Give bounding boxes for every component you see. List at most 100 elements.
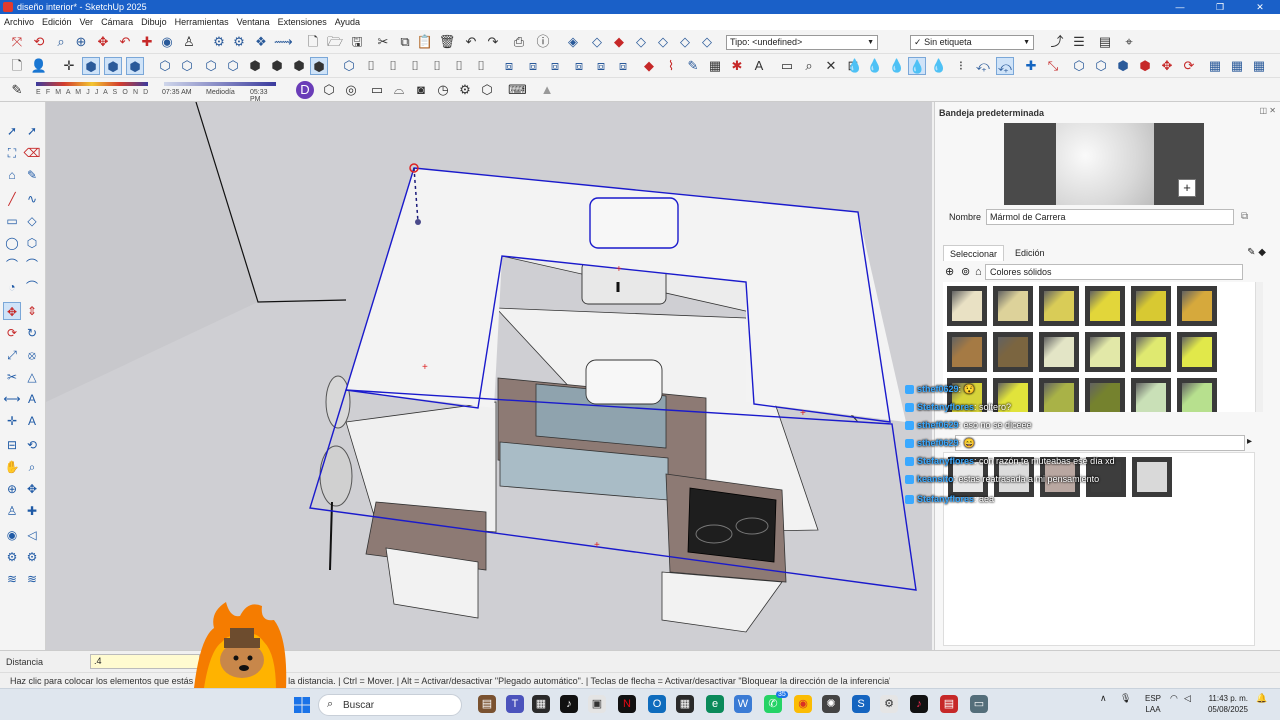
- select-tool-icon[interactable]: ⤧: [8, 33, 26, 51]
- home-icon[interactable]: ⌂: [975, 264, 982, 280]
- undo-icon[interactable]: ↶: [462, 33, 480, 51]
- solid-intersect-icon[interactable]: ⧈: [524, 57, 542, 75]
- material-swatch[interactable]: [1085, 286, 1125, 326]
- back-edges-icon[interactable]: ⬢: [104, 57, 122, 75]
- arc-icon[interactable]: ⌒: [3, 256, 21, 274]
- tab-seleccionar[interactable]: Seleccionar: [943, 245, 1005, 261]
- polygon-icon[interactable]: ⬡: [23, 234, 41, 252]
- windows-start-icon[interactable]: [294, 697, 310, 713]
- settings-icon[interactable]: ⚙: [456, 81, 474, 99]
- user-icon[interactable]: 👤: [30, 57, 48, 75]
- tags-panel-icon[interactable]: ☰: [1070, 33, 1088, 51]
- search-icon[interactable]: ⌕: [800, 57, 818, 75]
- outer-shell-icon[interactable]: ⧈: [614, 57, 632, 75]
- section-3-icon[interactable]: ⌷: [406, 57, 424, 75]
- menu-ver[interactable]: Ver: [80, 17, 94, 27]
- arch-icon[interactable]: ⌓: [390, 81, 408, 99]
- position-camera-left-icon[interactable]: ✚: [23, 502, 41, 520]
- word-icon[interactable]: W: [734, 695, 752, 713]
- 3d-viewport[interactable]: + + + +: [46, 102, 932, 650]
- drop-icon[interactable]: 💧: [846, 57, 864, 75]
- solid-subtract-icon[interactable]: ⧈: [592, 57, 610, 75]
- paint-icon[interactable]: ⤽: [974, 57, 992, 75]
- extension-d-icon[interactable]: D: [296, 81, 314, 99]
- drop-3-icon[interactable]: 💧: [888, 57, 906, 75]
- arc-2-icon[interactable]: ⌒: [23, 256, 41, 274]
- tag-tool-icon[interactable]: ⤴: [1048, 33, 1066, 51]
- eraser-icon[interactable]: ✎: [8, 81, 26, 99]
- tab-edicion[interactable]: Edición: [1009, 245, 1051, 261]
- erase-icon[interactable]: 🗑: [438, 33, 456, 51]
- zoom-window-left-icon[interactable]: ⊕: [3, 480, 21, 498]
- material-swatch[interactable]: [1177, 332, 1217, 372]
- netflix-icon[interactable]: N: [618, 695, 636, 713]
- library-select[interactable]: Colores sólidos: [985, 264, 1243, 280]
- bottom-view-icon[interactable]: ◇: [698, 33, 716, 51]
- drop-5-icon[interactable]: 💧: [930, 57, 948, 75]
- camera-rect-icon[interactable]: ▭: [368, 81, 386, 99]
- move-tool-icon[interactable]: ✥: [3, 302, 21, 320]
- folder-icon[interactable]: ▭: [778, 57, 796, 75]
- pie-icon[interactable]: ◔: [3, 278, 21, 296]
- menu-ventana[interactable]: Ventana: [237, 17, 270, 27]
- sketchup-taskbar-icon[interactable]: S: [852, 695, 870, 713]
- wireframe-icon[interactable]: ⬢: [126, 57, 144, 75]
- tag-type-select[interactable]: Tipo: <undefined> ▼: [726, 35, 878, 50]
- rectangle-icon[interactable]: ▭: [3, 212, 21, 230]
- xray-icon[interactable]: ⬢: [82, 57, 100, 75]
- car-icon[interactable]: ⌨: [508, 81, 527, 99]
- look-around-icon[interactable]: ◉: [158, 33, 176, 51]
- arc-3-icon[interactable]: ⌒: [23, 278, 41, 296]
- previous-view-icon[interactable]: ↶: [116, 33, 134, 51]
- wifi-icon[interactable]: ◠: [1170, 693, 1178, 704]
- dots-icon[interactable]: ⁝: [952, 57, 970, 75]
- hidden-line-icon[interactable]: ⬡: [156, 57, 174, 75]
- camera-icon[interactable]: ◙: [412, 81, 430, 99]
- material-swatch[interactable]: [1039, 286, 1079, 326]
- store-icon[interactable]: ▣: [588, 695, 606, 713]
- material-swatch[interactable]: [1131, 332, 1171, 372]
- top-view-icon[interactable]: ◇: [588, 33, 606, 51]
- tape-measure-icon[interactable]: ✂: [3, 368, 21, 386]
- material-swatch[interactable]: [1039, 332, 1079, 372]
- styles-icon[interactable]: ⟿: [274, 33, 293, 51]
- cut-icon[interactable]: ✂: [374, 33, 392, 51]
- openai-icon[interactable]: ✺: [822, 695, 840, 713]
- back-icon[interactable]: ⊕: [945, 264, 954, 280]
- section-5-icon[interactable]: ⌷: [450, 57, 468, 75]
- notifications-icon[interactable]: 🔔: [1256, 693, 1267, 704]
- duplicate-icon[interactable]: ⧉: [1241, 211, 1248, 222]
- style-3-icon[interactable]: ⬢: [290, 57, 308, 75]
- menu-camara[interactable]: Cámara: [101, 17, 133, 27]
- editor-nav-icon[interactable]: ▸: [1247, 436, 1252, 447]
- walk-icon[interactable]: ♙: [180, 33, 198, 51]
- iso-view-icon[interactable]: ◈: [564, 33, 582, 51]
- text-icon[interactable]: A: [23, 390, 41, 408]
- look-around-left-icon[interactable]: ◉: [3, 526, 21, 544]
- section-2-icon[interactable]: ⌷: [384, 57, 402, 75]
- terrain-2-icon[interactable]: ▦: [1228, 57, 1246, 75]
- push-pull-icon[interactable]: ⇕: [23, 302, 41, 320]
- photos-icon[interactable]: ▦: [676, 695, 694, 713]
- dimension-icon[interactable]: ⟷: [3, 390, 21, 408]
- back-view-icon[interactable]: ◇: [654, 33, 672, 51]
- rotate-tool-icon[interactable]: ⟳: [3, 324, 21, 342]
- eyedropper-icon[interactable]: ✎ ◆: [1247, 247, 1266, 258]
- left-view-icon[interactable]: ◇: [676, 33, 694, 51]
- orbit-tool-icon[interactable]: ⟲: [30, 33, 48, 51]
- new-file-icon[interactable]: 🗋: [304, 33, 322, 51]
- style-1-icon[interactable]: ⬢: [246, 57, 264, 75]
- settings-gear-icon[interactable]: ⚙: [230, 33, 248, 51]
- smoove-icon[interactable]: ⌇: [662, 57, 680, 75]
- zoom-extents-left-icon[interactable]: ✥: [23, 480, 41, 498]
- file-explorer-icon[interactable]: ▤: [478, 695, 496, 713]
- print-icon[interactable]: ⎙: [510, 33, 528, 51]
- file-icon[interactable]: 🗋: [8, 57, 26, 75]
- paint-bucket-icon[interactable]: ⛶: [3, 144, 21, 162]
- orbit-left-icon[interactable]: ⟲: [23, 436, 41, 454]
- walk-left-icon[interactable]: ♙: [3, 502, 21, 520]
- material-swatch[interactable]: [1177, 378, 1217, 412]
- line-tool-icon[interactable]: ╱: [3, 190, 21, 208]
- rotated-rect-icon[interactable]: ◇: [23, 212, 41, 230]
- monochrome-icon[interactable]: ⬡: [224, 57, 242, 75]
